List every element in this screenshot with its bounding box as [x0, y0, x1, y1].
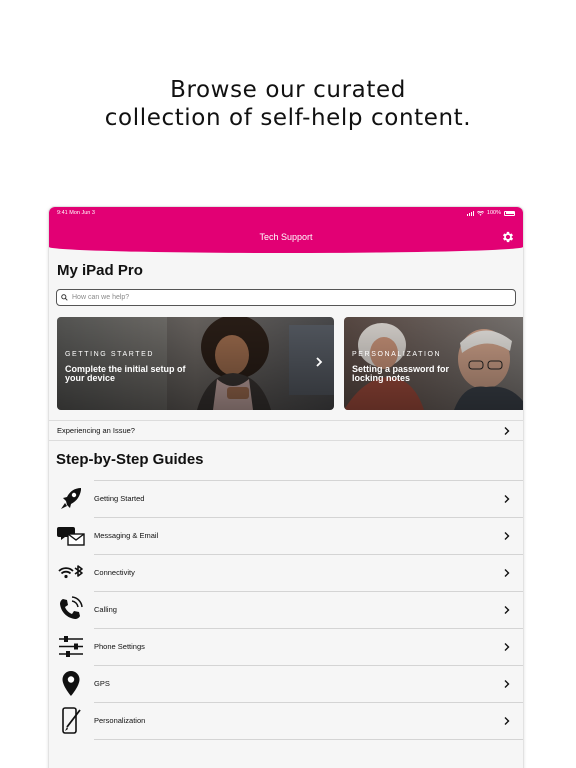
search-icon: [61, 294, 68, 301]
app-title: Tech Support: [259, 232, 313, 242]
guide-label: GPS: [94, 679, 110, 688]
guide-item-personalization[interactable]: Personalization: [49, 702, 523, 739]
guide-label: Phone Settings: [94, 642, 145, 651]
wifi-bluetooth-icon: [58, 565, 83, 579]
headline-line-2: collection of self-help content.: [104, 105, 472, 131]
issue-row-label: Experiencing an Issue?: [57, 426, 135, 435]
device-screen: 9:41 Mon Jun 3 100% Tech Support My iPad…: [49, 207, 523, 768]
guide-item-phone-settings[interactable]: Phone Settings: [49, 628, 523, 665]
divider: [94, 665, 523, 666]
battery-percent: 100%: [486, 210, 501, 216]
rocket-icon: [61, 488, 81, 509]
divider: [94, 591, 523, 592]
guide-item-gps[interactable]: GPS: [49, 665, 523, 702]
phone-icon: [60, 596, 83, 619]
page-title: My iPad Pro: [57, 262, 143, 279]
divider: [94, 628, 523, 629]
guide-label: Connectivity: [94, 568, 135, 577]
wifi-status-icon: [476, 210, 484, 216]
guide-item-calling[interactable]: Calling: [49, 591, 523, 628]
card-description: Setting a password for locking notes: [352, 364, 450, 383]
experiencing-issue-row[interactable]: Experiencing an Issue?: [49, 420, 523, 441]
phone-brush-icon: [62, 707, 81, 734]
chevron-right-icon: [504, 495, 510, 503]
guides-list: Getting Started Messaging & Email Connec…: [49, 480, 523, 749]
card-eyebrow: GETTING STARTED: [65, 351, 155, 358]
chevron-right-icon: [504, 606, 510, 614]
card-eyebrow: PERSONALIZATION: [352, 351, 442, 358]
divider: [94, 739, 523, 740]
marketing-headline: Browse our curated collection of self-he…: [0, 76, 576, 132]
sliders-icon: [59, 636, 83, 657]
chevron-right-icon: [504, 680, 510, 688]
chevron-right-icon: [504, 569, 510, 577]
card-description: Complete the initial setup of your devic…: [65, 364, 186, 383]
battery-icon: [504, 210, 515, 216]
chevron-right-icon: [504, 643, 510, 651]
chevron-right-icon: [316, 357, 323, 367]
guides-list-end: [49, 739, 523, 749]
guide-item-getting-started[interactable]: Getting Started: [49, 480, 523, 517]
signal-icon: [466, 210, 474, 216]
chevron-right-icon: [504, 717, 510, 725]
guide-item-connectivity[interactable]: Connectivity: [49, 554, 523, 591]
status-indicators: 100%: [466, 210, 515, 216]
status-time: 9:41 Mon Jun 3: [57, 210, 95, 216]
guide-label: Messaging & Email: [94, 531, 159, 540]
chevron-right-icon: [504, 427, 510, 435]
map-pin-icon: [62, 671, 80, 696]
guide-item-messaging-email[interactable]: Messaging & Email: [49, 517, 523, 554]
chevron-right-icon: [504, 532, 510, 540]
divider: [94, 480, 523, 481]
search-input[interactable]: How can we help?: [56, 289, 516, 306]
card-personalization[interactable]: PERSONALIZATION Setting a password for l…: [344, 317, 523, 410]
chat-email-icon: [57, 527, 85, 546]
card-getting-started[interactable]: GETTING STARTED Complete the initial set…: [57, 317, 334, 410]
app-header: 9:41 Mon Jun 3 100% Tech Support: [49, 207, 523, 253]
guide-label: Calling: [94, 605, 117, 614]
guide-label: Personalization: [94, 716, 146, 725]
divider: [94, 517, 523, 518]
status-bar: 9:41 Mon Jun 3 100%: [49, 207, 523, 220]
divider: [94, 554, 523, 555]
divider: [94, 702, 523, 703]
search-placeholder: How can we help?: [72, 294, 130, 301]
headline-line-1: Browse our curated: [170, 77, 406, 103]
gear-icon[interactable]: [501, 230, 515, 244]
guide-label: Getting Started: [94, 494, 145, 503]
section-title-guides: Step-by-Step Guides: [56, 451, 204, 468]
